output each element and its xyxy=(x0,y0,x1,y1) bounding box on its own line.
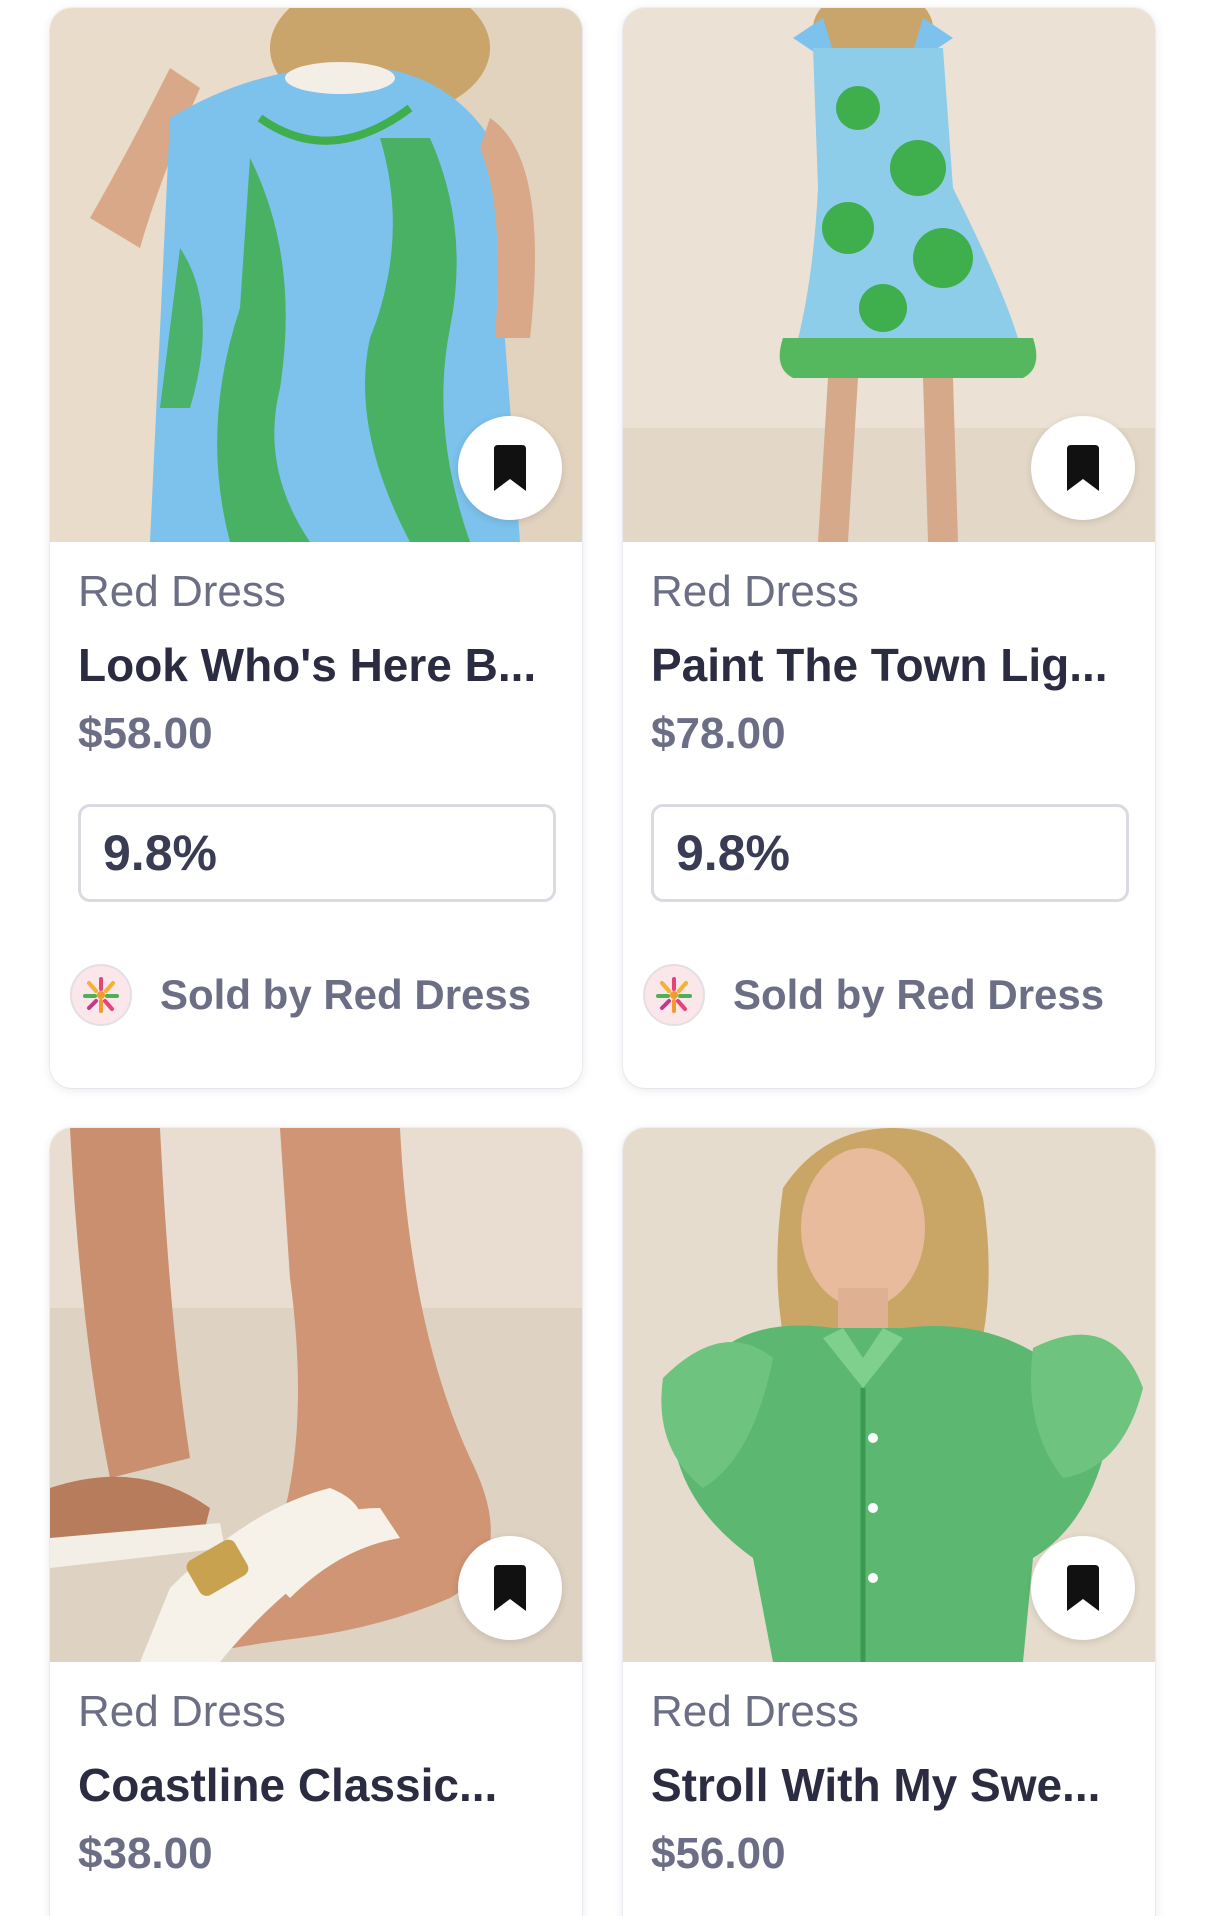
bookmark-icon xyxy=(494,445,526,491)
seller-link[interactable]: Sold by Red Dress xyxy=(643,964,1127,1026)
product-image[interactable] xyxy=(623,1128,1155,1662)
save-button[interactable] xyxy=(458,1536,562,1640)
product-brand: Red Dress xyxy=(651,1687,859,1736)
seller-logo-icon xyxy=(70,964,132,1026)
product-brand: Red Dress xyxy=(651,567,859,616)
product-price: $58.00 xyxy=(78,709,213,758)
bookmark-icon xyxy=(1067,445,1099,491)
product-card[interactable]: Red Dress Stroll With My Swe... $56.00 xyxy=(623,1128,1155,1916)
product-price: $78.00 xyxy=(651,709,786,758)
product-image[interactable] xyxy=(50,8,582,542)
product-title[interactable]: Coastline Classic... xyxy=(78,1758,554,1812)
bookmark-icon xyxy=(1067,1565,1099,1611)
commission-rate: 9.8% xyxy=(103,825,217,881)
seller-name: Sold by Red Dress xyxy=(733,971,1105,1018)
seller-name: Sold by Red Dress xyxy=(160,971,532,1018)
product-price: $56.00 xyxy=(651,1829,786,1878)
commission-rate-box: 9.8% xyxy=(78,804,556,902)
product-grid: Red Dress Look Who's Here B... $58.00 9.… xyxy=(0,0,1206,1916)
commission-rate: 9.8% xyxy=(676,825,790,881)
save-button[interactable] xyxy=(1031,416,1135,520)
save-button[interactable] xyxy=(1031,1536,1135,1640)
bookmark-icon xyxy=(494,1565,526,1611)
product-image[interactable] xyxy=(50,1128,582,1662)
commission-rate-box: 9.8% xyxy=(651,804,1129,902)
product-card[interactable]: Red Dress Coastline Classic... $38.00 xyxy=(50,1128,582,1916)
product-card[interactable]: Red Dress Look Who's Here B... $58.00 9.… xyxy=(50,8,582,1088)
product-image[interactable] xyxy=(623,8,1155,542)
seller-logo-icon xyxy=(643,964,705,1026)
product-title[interactable]: Stroll With My Swe... xyxy=(651,1758,1127,1812)
product-title[interactable]: Paint The Town Lig... xyxy=(651,638,1127,692)
product-price: $38.00 xyxy=(78,1829,213,1878)
product-card[interactable]: Red Dress Paint The Town Lig... $78.00 9… xyxy=(623,8,1155,1088)
product-brand: Red Dress xyxy=(78,1687,286,1736)
save-button[interactable] xyxy=(458,416,562,520)
product-brand: Red Dress xyxy=(78,567,286,616)
product-title[interactable]: Look Who's Here B... xyxy=(78,638,554,692)
seller-link[interactable]: Sold by Red Dress xyxy=(70,964,554,1026)
